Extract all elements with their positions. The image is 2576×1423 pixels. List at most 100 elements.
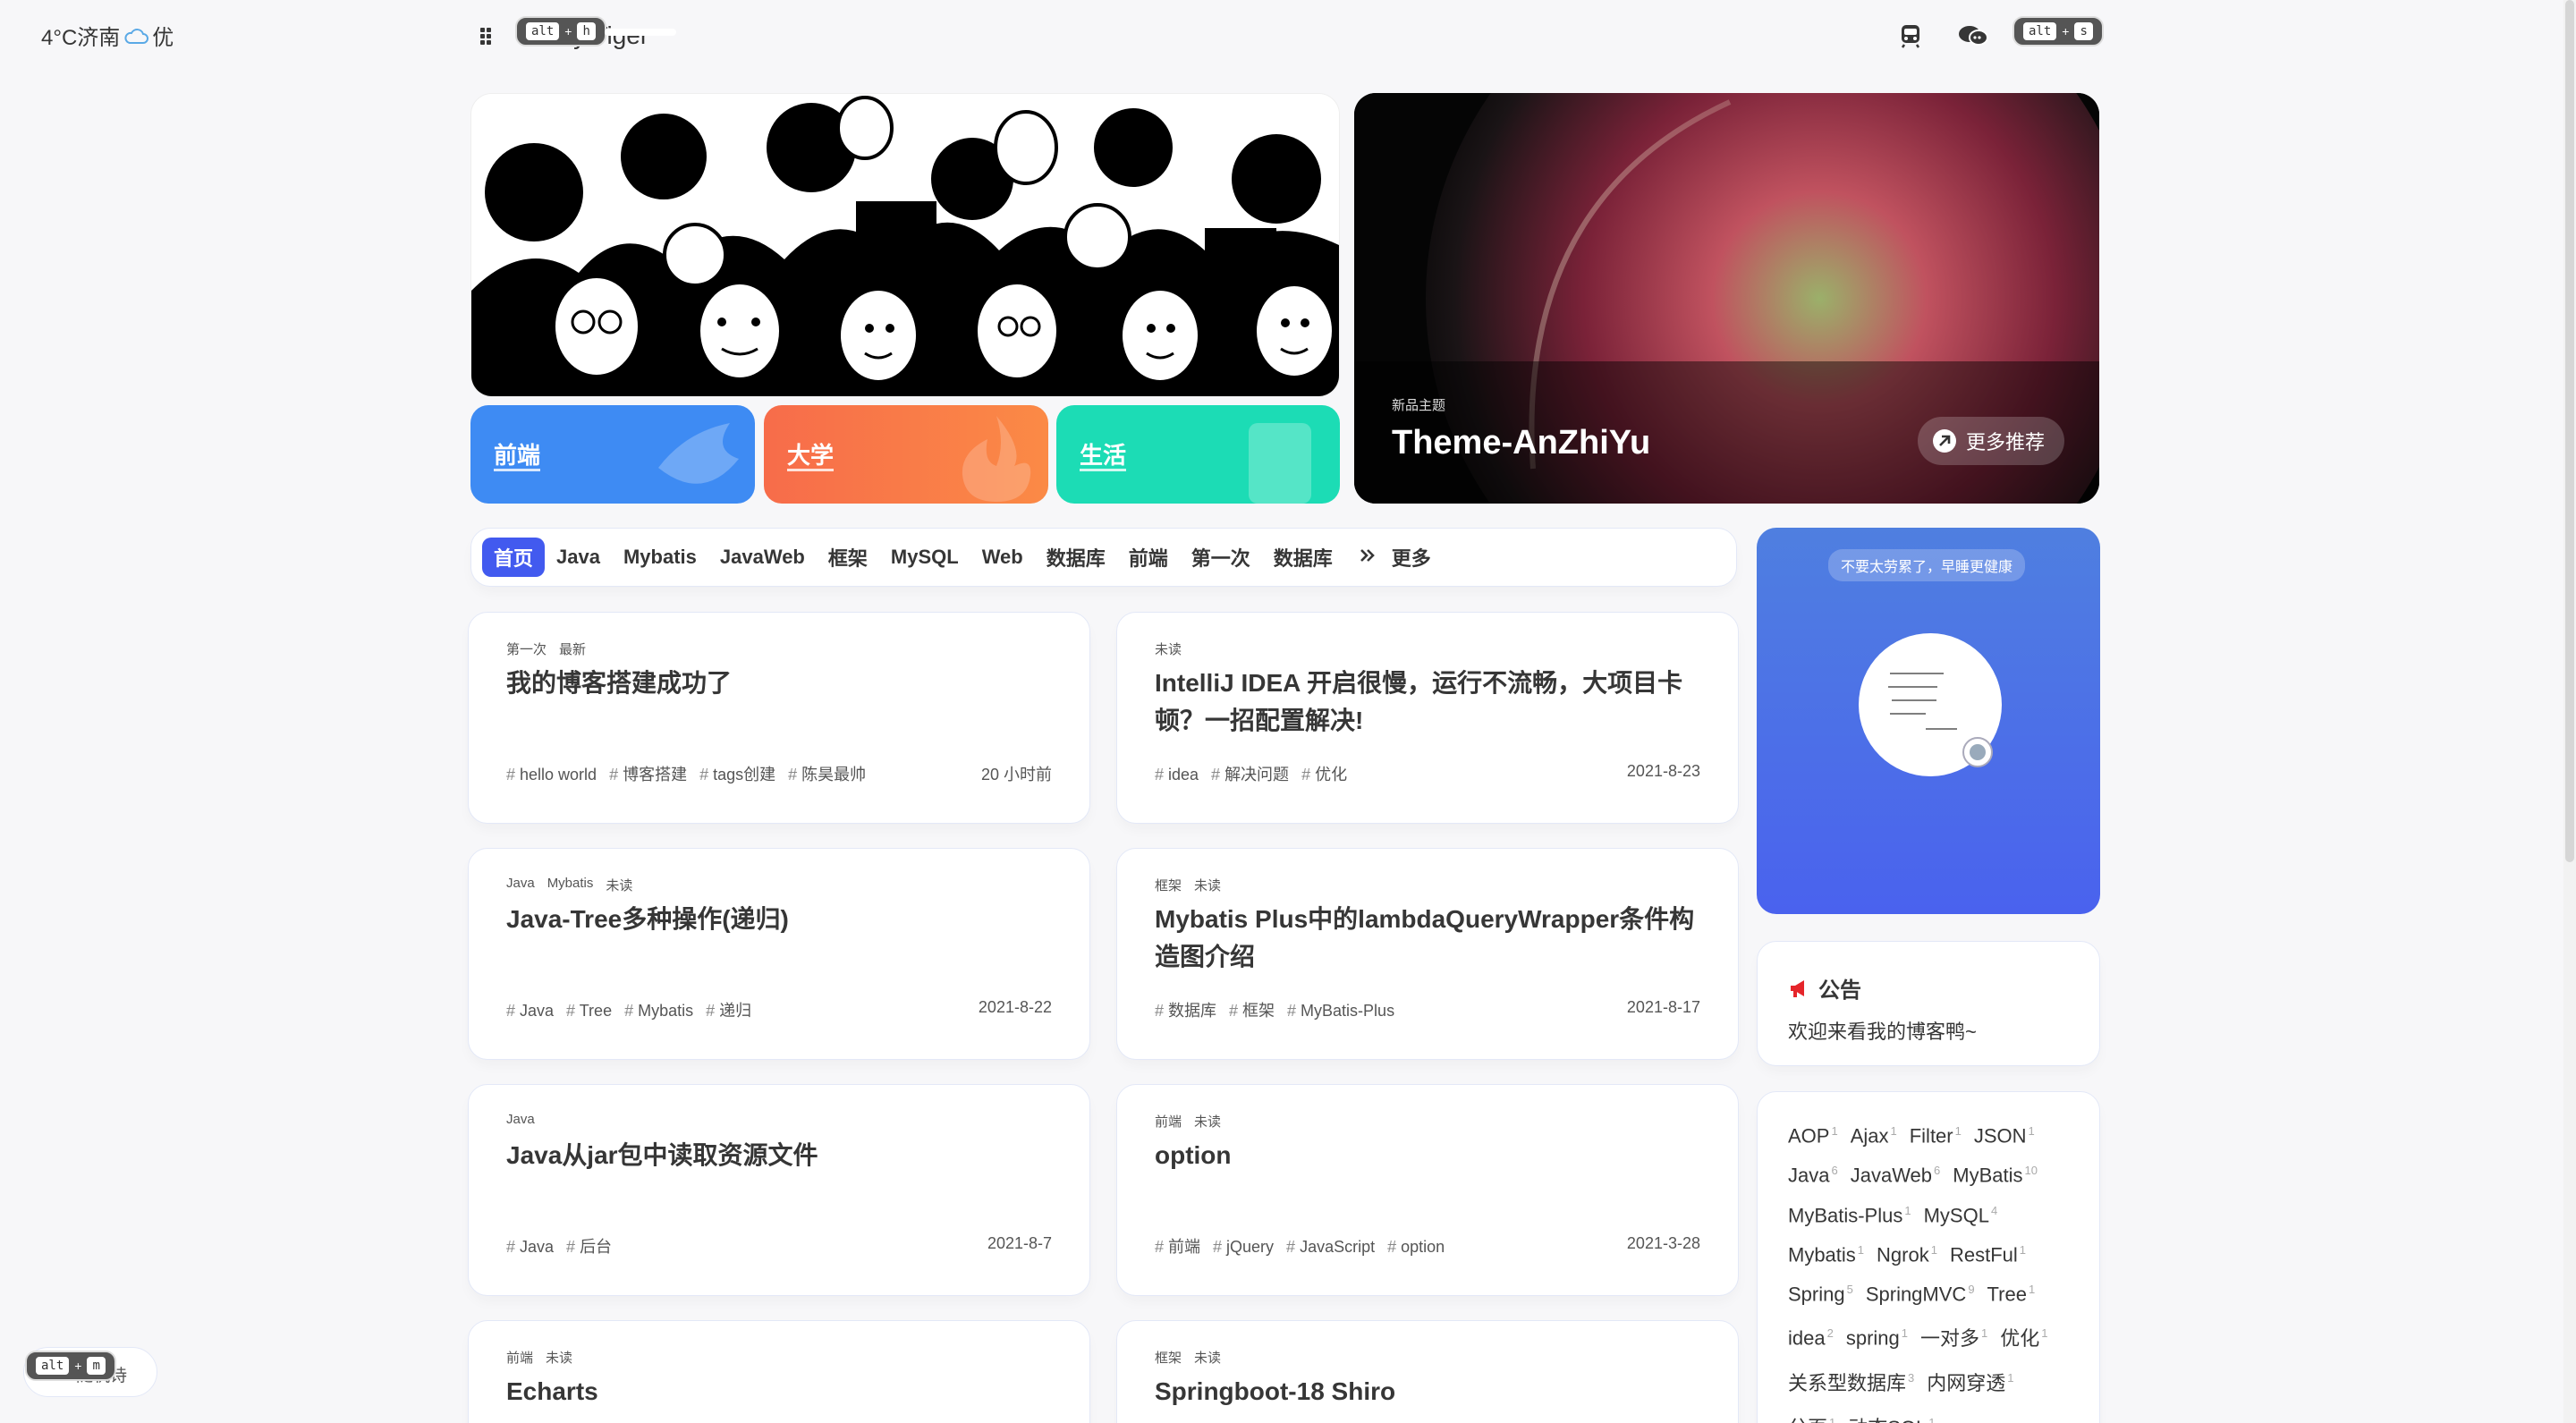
tab-frontend[interactable]: 前端 — [1117, 538, 1180, 577]
tag-cloud-item[interactable]: 优化 1 — [2000, 1323, 2047, 1351]
avatar[interactable] — [1859, 633, 2002, 776]
post-tag[interactable]: Tree — [566, 1002, 612, 1020]
tag-cloud-item[interactable]: RestFul 1 — [1950, 1243, 2026, 1266]
post-tag[interactable]: MyBatis-Plus — [1287, 1002, 1394, 1020]
tab-java[interactable]: Java — [545, 540, 612, 574]
post-tag[interactable]: 解决问题 — [1211, 766, 1289, 783]
tag-cloud-item[interactable]: MyBatis 10 — [1953, 1164, 2038, 1187]
tag-cloud-item[interactable]: Ajax 1 — [1851, 1124, 1897, 1148]
post-title[interactable]: option — [1155, 1137, 1700, 1212]
post-tag[interactable]: 优化 — [1301, 766, 1347, 783]
shortcut-hint-menu: alt + h — [515, 16, 606, 47]
tab-more[interactable]: 更多 — [1380, 538, 1443, 577]
tag-cloud-item[interactable]: JavaWeb 6 — [1851, 1164, 1941, 1187]
post-tag[interactable]: 递归 — [706, 1002, 751, 1020]
post-card[interactable]: 前端未读 option 前端jQueryJavaScriptoption2021… — [1116, 1084, 1739, 1296]
tag-cloud-item[interactable]: MySQL 4 — [1924, 1204, 1998, 1227]
comment-icon[interactable] — [1955, 18, 1991, 54]
category-life-button[interactable]: 生活 — [1056, 405, 1340, 504]
tag-cloud-item[interactable]: Mybatis 1 — [1788, 1243, 1864, 1266]
tab-first[interactable]: 第一次 — [1180, 538, 1262, 577]
post-tag[interactable]: 陈昊最帅 — [788, 766, 866, 783]
post-title[interactable]: IntelliJ IDEA 开启很慢，运行不流畅，大项目卡顿？一招配置解决! — [1155, 665, 1700, 740]
tag-name: spring — [1845, 1326, 1900, 1350]
post-title[interactable]: Echarts — [506, 1373, 1052, 1423]
post-card[interactable]: Java Mybatis 未读 Java-Tree多种操作(递归) Java Tree… — [468, 848, 1090, 1060]
train-icon[interactable] — [1893, 18, 1928, 54]
tag-cloud-item[interactable]: Filter 1 — [1910, 1124, 1962, 1148]
post-tag[interactable]: hello world — [506, 766, 597, 783]
post-tag[interactable]: option — [1387, 1238, 1445, 1256]
post-category[interactable]: Java — [506, 876, 535, 897]
post-tag[interactable]: Java — [506, 1238, 554, 1256]
post-card[interactable]: 第一次最新 我的博客搭建成功了 hello world 博客搭建 tags创建陈昊最… — [468, 612, 1090, 824]
tag-cloud-item[interactable]: Tree 1 — [1987, 1283, 2036, 1306]
tab-mysql[interactable]: MySQL — [879, 540, 970, 574]
tag-cloud-item[interactable]: spring 1 — [1846, 1326, 1908, 1350]
double-chevron-right-icon[interactable] — [1344, 540, 1380, 574]
post-category[interactable]: Mybatis — [547, 876, 594, 897]
post-card[interactable]: 框架 未读 Springboot-18 Shiro — [1116, 1320, 1739, 1423]
post-category[interactable]: 框架 — [1155, 1348, 1182, 1369]
post-tag[interactable]: Java — [506, 1002, 554, 1020]
tag-cloud-item[interactable]: SpringMVC 9 — [1866, 1283, 1975, 1306]
post-tag[interactable]: 框架 — [1229, 1002, 1275, 1020]
post-category[interactable]: 前端 — [506, 1348, 533, 1369]
post-tag[interactable]: JavaScript — [1286, 1238, 1375, 1256]
post-tag[interactable]: 前端 — [1155, 1238, 1200, 1256]
post-card[interactable]: Java Java从jar包中读取资源文件 Java 后台 2021-8-7 — [468, 1084, 1090, 1296]
post-category[interactable]: Java — [506, 1112, 535, 1133]
tag-cloud-item[interactable]: Spring 5 — [1788, 1283, 1853, 1306]
post-title[interactable]: Java-Tree多种操作(递归) — [506, 901, 1052, 976]
tag-name: Filter — [1909, 1124, 1953, 1148]
category-frontend-button[interactable]: 前端 — [470, 405, 755, 504]
tag-count: 1 — [2028, 1283, 2036, 1297]
tag-cloud-item[interactable]: MyBatis-Plus 1 — [1788, 1204, 1911, 1227]
more-recommend-button[interactable]: 更多推荐 — [1918, 417, 2065, 465]
tag-cloud-item[interactable]: JSON 1 — [1974, 1124, 2035, 1148]
tag-cloud-item[interactable]: 动态SQL1 — [1848, 1412, 1935, 1423]
post-title[interactable]: Java从jar包中读取资源文件 — [506, 1137, 1052, 1212]
post-tag[interactable]: 博客搭建 — [609, 766, 687, 783]
tag-cloud-item[interactable]: 分页1 — [1788, 1412, 1835, 1423]
tag-cloud-item[interactable]: Java 6 — [1788, 1164, 1838, 1187]
post-card[interactable]: 前端 未读 Echarts — [468, 1320, 1090, 1423]
tab-web[interactable]: Web — [970, 540, 1035, 574]
tag-cloud-item[interactable]: AOP 1 — [1788, 1124, 1838, 1148]
scrollbar-thumb[interactable] — [2565, 0, 2574, 862]
featured-theme-card[interactable]: 新品主题 Theme-AnZhiYu 更多推荐 — [1354, 93, 2099, 504]
post-tag[interactable]: jQuery — [1213, 1238, 1274, 1256]
post-category[interactable]: 前端 — [1155, 1112, 1182, 1133]
tab-database-2[interactable]: 数据库 — [1262, 538, 1344, 577]
tab-mybatis[interactable]: Mybatis — [612, 540, 708, 574]
menu-grid-icon[interactable] — [470, 18, 506, 54]
tag-cloud-item[interactable]: 一对多 1 — [1920, 1323, 1987, 1351]
tag-cloud-item[interactable]: 关系型数据库 3 — [1788, 1368, 1914, 1396]
tab-framework[interactable]: 框架 — [817, 538, 879, 577]
tag-cloud-item[interactable]: 内网穿透 1 — [1927, 1368, 2013, 1396]
post-card[interactable]: 未读 IntelliJ IDEA 开启很慢，运行不流畅，大项目卡顿？一招配置解决… — [1116, 612, 1739, 824]
post-title[interactable]: Springboot-18 Shiro — [1155, 1373, 1700, 1423]
post-date: 2021-8-17 — [1626, 998, 1700, 1016]
featured-kicker: 新品主题 — [1392, 398, 1446, 413]
post-tag[interactable]: 数据库 — [1155, 1002, 1216, 1020]
post-title[interactable]: Mybatis Plus中的lambdaQueryWrapper条件构造图介绍 — [1155, 901, 1700, 976]
category-university-button[interactable]: 大学 — [764, 405, 1048, 504]
post-tag[interactable]: idea — [1155, 766, 1199, 783]
post-title[interactable]: 我的博客搭建成功了 — [506, 665, 1052, 740]
post-tag[interactable]: Mybatis — [624, 1002, 693, 1020]
category-label: 前端 — [494, 442, 541, 471]
post-category[interactable]: 第一次 — [506, 640, 547, 661]
post-tag[interactable]: 后台 — [566, 1238, 612, 1256]
tab-javaweb[interactable]: JavaWeb — [708, 540, 817, 574]
tab-home[interactable]: 首页 — [482, 538, 546, 577]
weather-widget[interactable]: 4°C济南 优 — [41, 20, 174, 51]
post-tag[interactable]: tags创建 — [699, 766, 775, 783]
post-card[interactable]: 框架 未读 Mybatis Plus中的lambdaQueryWrapper条件构… — [1116, 848, 1739, 1060]
tag-cloud-item[interactable]: Ngrok 1 — [1877, 1243, 1937, 1266]
announcement-title: 公告 — [1818, 978, 1861, 1003]
post-category[interactable]: 框架 — [1155, 876, 1182, 897]
tab-database[interactable]: 数据库 — [1035, 538, 1117, 577]
tag-cloud-item[interactable]: idea 2 — [1788, 1326, 1834, 1350]
weather-text: 4°C济南 — [41, 26, 121, 50]
